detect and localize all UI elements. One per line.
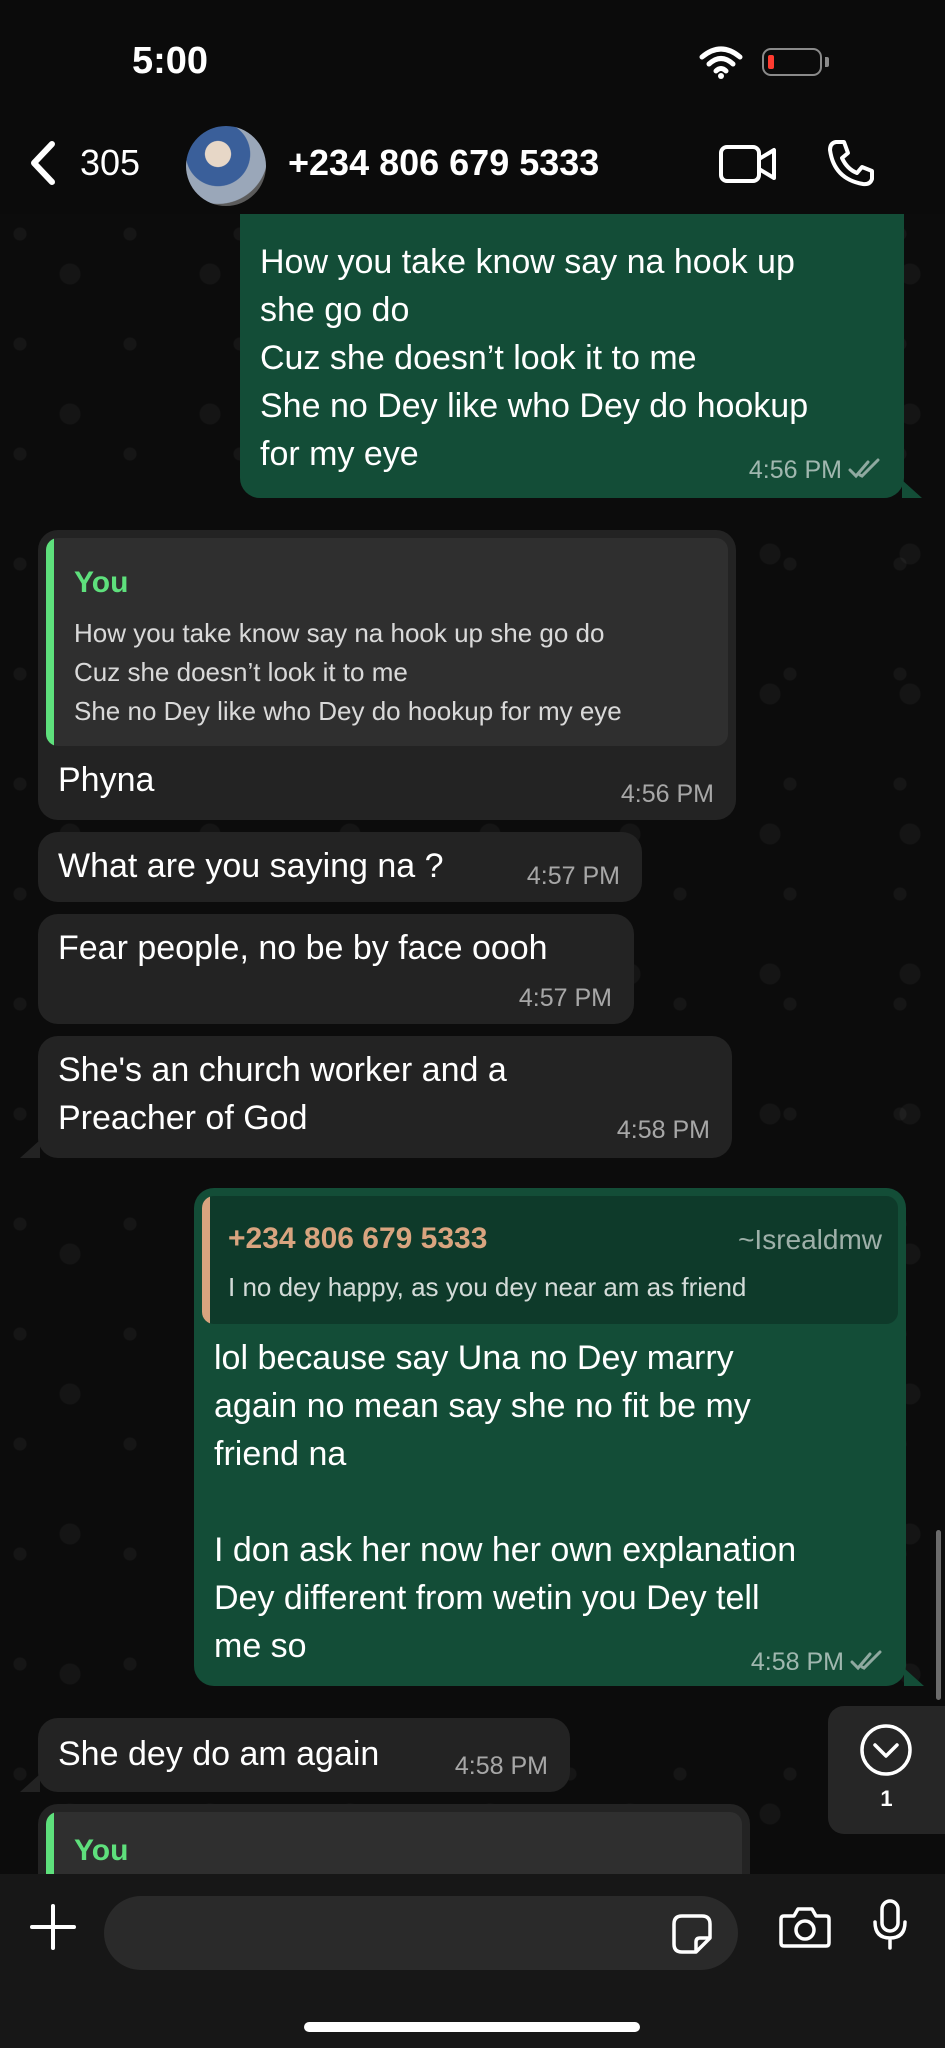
quote-text: I no dey happy, as you dey near am as fr… <box>228 1272 747 1302</box>
bubble-tail <box>20 1774 40 1792</box>
message-bubble-incoming[interactable]: You How you take know say na hook up she… <box>38 530 736 820</box>
bubble-tail <box>904 1668 924 1686</box>
back-unread-count[interactable]: 305 <box>80 142 140 184</box>
message-bubble-outgoing[interactable]: +234 806 679 5333 ~Isrealdmw I no dey ha… <box>194 1188 906 1686</box>
quote-accent-bar <box>202 1196 210 1324</box>
phone-call-icon[interactable] <box>826 138 876 188</box>
quote-accent-bar <box>46 538 54 746</box>
message-text: Phyna <box>58 761 155 799</box>
chevron-down-circle-icon <box>860 1724 912 1776</box>
message-text: Fear people, no be by face oooh <box>58 929 548 967</box>
unread-count-badge: 1 <box>880 1786 893 1811</box>
scroll-to-bottom-button[interactable]: 1 <box>828 1706 945 1834</box>
message-text: She dey do am again <box>58 1735 380 1773</box>
quote-author: You <box>74 566 129 599</box>
message-text: She's an church worker and a Preacher of… <box>58 1051 507 1137</box>
status-bar: 5:00 <box>0 0 945 110</box>
message-bubble-incoming[interactable]: You <box>38 1804 750 1884</box>
message-time: 4:56 PM <box>748 456 842 484</box>
sticker-icon[interactable] <box>670 1912 714 1956</box>
message-bubble-incoming[interactable]: She dey do am again 4:58 PM <box>38 1718 570 1792</box>
read-ticks-icon <box>848 458 880 479</box>
battery-icon <box>762 48 822 76</box>
bubble-tail <box>20 1140 40 1158</box>
message-input[interactable] <box>104 1896 738 1970</box>
plus-icon[interactable] <box>28 1902 78 1952</box>
battery-tip <box>825 57 829 67</box>
message-bubble-incoming[interactable]: She's an church worker and a Preacher of… <box>38 1036 732 1158</box>
message-bubble-incoming[interactable]: Fear people, no be by face oooh 4:57 PM <box>38 914 634 1024</box>
home-indicator <box>304 2022 640 2032</box>
bubble-tail <box>902 480 922 498</box>
message-time: 4:57 PM <box>526 862 620 890</box>
message-bubble-outgoing[interactable]: How you take know say na hook up she go … <box>240 214 904 498</box>
message-time: 4:58 PM <box>616 1116 710 1144</box>
quoted-message[interactable]: +234 806 679 5333 ~Isrealdmw I no dey ha… <box>202 1196 898 1324</box>
message-input-bar <box>0 1874 945 2048</box>
contact-avatar[interactable] <box>186 126 266 206</box>
camera-icon[interactable] <box>778 1904 832 1950</box>
scroll-indicator[interactable] <box>936 1530 941 1700</box>
quote-author: +234 806 679 5333 <box>228 1222 488 1255</box>
message-time: 4:57 PM <box>518 984 612 1012</box>
quoted-message[interactable]: You How you take know say na hook up she… <box>46 538 728 746</box>
wifi-icon <box>699 46 743 79</box>
microphone-icon[interactable] <box>870 1898 910 1952</box>
video-call-icon[interactable] <box>718 142 778 186</box>
quote-text: How you take know say na hook up she go … <box>74 618 622 726</box>
message-bubble-incoming[interactable]: What are you saying na ? 4:57 PM <box>38 832 642 902</box>
contact-name[interactable]: +234 806 679 5333 <box>288 142 599 184</box>
message-text: What are you saying na ? <box>58 847 444 885</box>
read-ticks-icon <box>850 1650 882 1671</box>
quote-author-handle: ~Isrealdmw <box>738 1224 882 1255</box>
message-time: 4:56 PM <box>620 780 714 808</box>
message-text: lol because say Una no Dey marry again n… <box>214 1339 797 1665</box>
message-time: 4:58 PM <box>454 1752 548 1780</box>
message-time: 4:58 PM <box>750 1648 844 1676</box>
chat-header: 305 +234 806 679 5333 <box>0 110 945 214</box>
quote-author: You <box>74 1834 129 1867</box>
status-time: 5:00 <box>132 40 209 82</box>
message-text: How you take know say na hook up she go … <box>260 243 809 473</box>
back-chevron-icon[interactable] <box>24 138 60 188</box>
